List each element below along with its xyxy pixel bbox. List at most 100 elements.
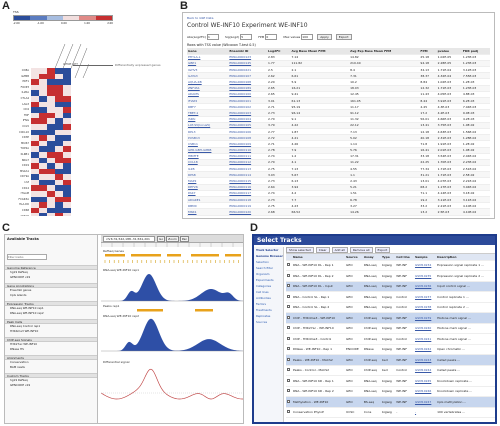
track-item[interactable]: DNase HS [5, 347, 97, 352]
nav-button[interactable]: Go [157, 235, 166, 242]
track-row[interactable]: RNA - WE-INF10 DL - Input GEO RNA-seq bigwi… [286, 281, 495, 293]
filter-input[interactable]: 1 [206, 33, 219, 40]
track-row[interactable]: Conservation PhyloP UCSC Cons bigwig - -100 v… [286, 407, 495, 419]
filter-input[interactable]: 5 [240, 33, 253, 40]
track-name[interactable]: RNA - WE-INF10 KD - Rep 1 [292, 375, 346, 387]
table-cell: Histone mark signal ... [436, 312, 495, 324]
track-name[interactable]: Conservation PhyloP [292, 407, 346, 419]
gene-feature[interactable] [167, 254, 181, 257]
nav-button[interactable]: Zoom [166, 235, 179, 242]
track-name[interactable]: RNA - WE-INF10 DL - Rep 2 [292, 270, 346, 282]
gene-feature[interactable] [131, 254, 161, 257]
track-row[interactable]: RNA - WE-INF10 DL - Rep 1 GEO RNA-seq bigwi… [286, 260, 495, 272]
track-row[interactable]: RNA - WE-INF10 DL - Rep 2 GEO RNA-seq bigwi… [286, 270, 495, 282]
track-name[interactable]: ChIP - H3K4me3 - WE-INF10 [292, 312, 346, 324]
track-selector-panel: Select Tracks Track Selector Genome Brows… [252, 234, 497, 424]
table-cell[interactable]: GSM10239 [413, 312, 437, 324]
track-name[interactable]: RNA - Control SL - Rep 1 [292, 291, 346, 303]
table-cell: GEO [345, 323, 363, 335]
track-name[interactable]: DNase - WE-INF10 - Rep 1 [292, 344, 346, 356]
filter-input[interactable]: 0 [265, 33, 278, 40]
heatmap-panel: TSS -2.00 -1.00 0.00 1.00 2.00 GENE SET Diff… [5, 10, 173, 216]
track-name[interactable]: RNA - WE-INF10 KD - Rep 2 [292, 386, 346, 398]
toolbar-button[interactable]: Show selected [286, 247, 314, 253]
track-item[interactable]: RNA-seq WE-INF10 rep2 [5, 311, 97, 316]
track-name[interactable]: Peaks - WE-INF10 - MACS2 [292, 354, 346, 366]
table-cell[interactable]: GSM10235 [413, 270, 437, 282]
table-cell: Open chromatin ... [436, 344, 495, 356]
track-row[interactable]: ChIP - H3K27ac - WE-INF10 GEO ChIP-seq bigw… [286, 323, 495, 335]
track-name[interactable]: RNA - WE-INF10 DL - Rep 1 [292, 260, 346, 272]
track-row[interactable]: Peaks - WE-INF10 - MACS2 GEO ChIP-seq bed WE… [286, 354, 495, 366]
table-cell[interactable]: GSM10236 [413, 281, 437, 293]
track-filter-input[interactable] [7, 254, 47, 260]
filter-label: Abs(Log2FC) [187, 34, 206, 39]
track-row[interactable]: RNA - WE-INF10 KD - Rep 2 GEO RNA-seq bigwi… [286, 386, 495, 398]
table-cell: 2.68 [266, 208, 291, 216]
table-cell: GEO [345, 260, 363, 272]
toolbar-button[interactable]: Clear [315, 247, 330, 253]
track-row[interactable]: ChIP - H3K4me3 - WE-INF10 GEO ChIP-seq bigw… [286, 312, 495, 324]
track-item[interactable]: H3K4me3 WE-INF10 [5, 329, 97, 334]
track-name[interactable]: Peaks - Control - MACS2 [292, 365, 346, 377]
table-cell[interactable]: GSM10234 [413, 260, 437, 272]
peak-call[interactable] [195, 309, 213, 312]
legend-swatch [30, 16, 47, 20]
track-item[interactable]: BAM reads [5, 365, 97, 370]
browser-toolbar: chr6:31,542,188..31,561,201 Go Zoom Pan [101, 235, 243, 243]
selector-side-item[interactable]: Sources [254, 319, 283, 325]
track-row[interactable]: RNA - WE-INF10 KD - Rep 1 GEO RNA-seq bigwi… [286, 375, 495, 387]
table-cell[interactable]: - [413, 407, 437, 419]
table-cell[interactable]: GSM10238 [413, 302, 437, 314]
table-cell[interactable]: GSM10243 [413, 354, 437, 366]
track-name[interactable]: ChIP - H3K27ac - WE-INF10 [292, 323, 346, 335]
gene-link[interactable]: MSR1 [187, 208, 229, 216]
table-cell[interactable]: GSM10241 [413, 333, 437, 345]
table-cell[interactable]: GSM10247 [413, 396, 437, 408]
track-row[interactable]: Peaks - Control - MACS2 GEO ChIP-seq bed Con… [286, 365, 495, 377]
gene-link[interactable]: ENSG0000120 [228, 208, 267, 216]
toolbar-button[interactable]: Export [374, 247, 391, 253]
toolbar-button[interactable]: Add all [331, 247, 348, 253]
track-item[interactable]: CpG islands [5, 293, 97, 298]
track-row[interactable]: Methylation - WE-INF10 GEO BS-seq bigwig WE-… [286, 396, 495, 408]
track-label: Peaks rep1 [103, 304, 120, 308]
table-cell[interactable]: GSM10240 [413, 323, 437, 335]
track-row[interactable]: RNA - Control SL - Rep 1 GEO RNA-seq bigwig… [286, 291, 495, 303]
track-name[interactable]: RNA - WE-INF10 DL - Input [292, 281, 346, 293]
table-cell[interactable]: GSM10242 [413, 344, 437, 356]
table-cell[interactable]: GSM10246 [413, 386, 437, 398]
track-item[interactable]: GENCODE v19 [5, 275, 97, 280]
gene-feature[interactable] [191, 254, 219, 257]
breadcrumb-link[interactable]: Back to GSE Data [187, 16, 490, 20]
table-cell: WE-INF [395, 375, 414, 387]
table-cell: Cons [362, 407, 381, 419]
annotation-line [73, 65, 113, 66]
export-button[interactable]: Export [335, 33, 352, 40]
gene-feature[interactable] [105, 254, 125, 257]
table-cell: RNA-seq [362, 291, 381, 303]
track-row[interactable]: RNA - Control SL - Rep 2 GEO RNA-seq bigwig… [286, 302, 495, 314]
table-cell: bigwig [380, 375, 396, 387]
track-item[interactable]: GENCODE v19 [5, 383, 97, 388]
location-input[interactable]: chr6:31,542,188..31,561,201 [103, 235, 155, 242]
table-cell[interactable]: GSM10244 [413, 365, 437, 377]
nav-button[interactable]: Pan [179, 235, 190, 242]
gene-feature[interactable] [225, 254, 241, 257]
apply-button[interactable]: Apply [317, 33, 332, 40]
track-name[interactable]: Methylation - WE-INF10 [292, 396, 346, 408]
toolbar-button[interactable]: Remove all [349, 247, 373, 253]
table-cell: BS-seq [362, 396, 381, 408]
table-cell: GEO [345, 365, 363, 377]
peak-call[interactable] [137, 309, 163, 312]
table-cell[interactable]: GSM10245 [413, 375, 437, 387]
table-cell[interactable]: GSM10237 [413, 291, 437, 303]
table-cell: GEO [345, 270, 363, 282]
filter-input[interactable]: 100 [301, 33, 314, 40]
track-row[interactable]: ChIP - H3K4me3 - Control GEO ChIP-seq bigwi… [286, 333, 495, 345]
track-name[interactable]: RNA - Control SL - Rep 2 [292, 302, 346, 314]
track-row[interactable]: DNase - WE-INF10 - Rep 1 ENCODE DNase bigwi… [286, 344, 495, 356]
track-name[interactable]: ChIP - H3K4me3 - Control [292, 333, 346, 345]
differential-line [100, 368, 243, 400]
table-cell: WE-INF [395, 270, 414, 282]
